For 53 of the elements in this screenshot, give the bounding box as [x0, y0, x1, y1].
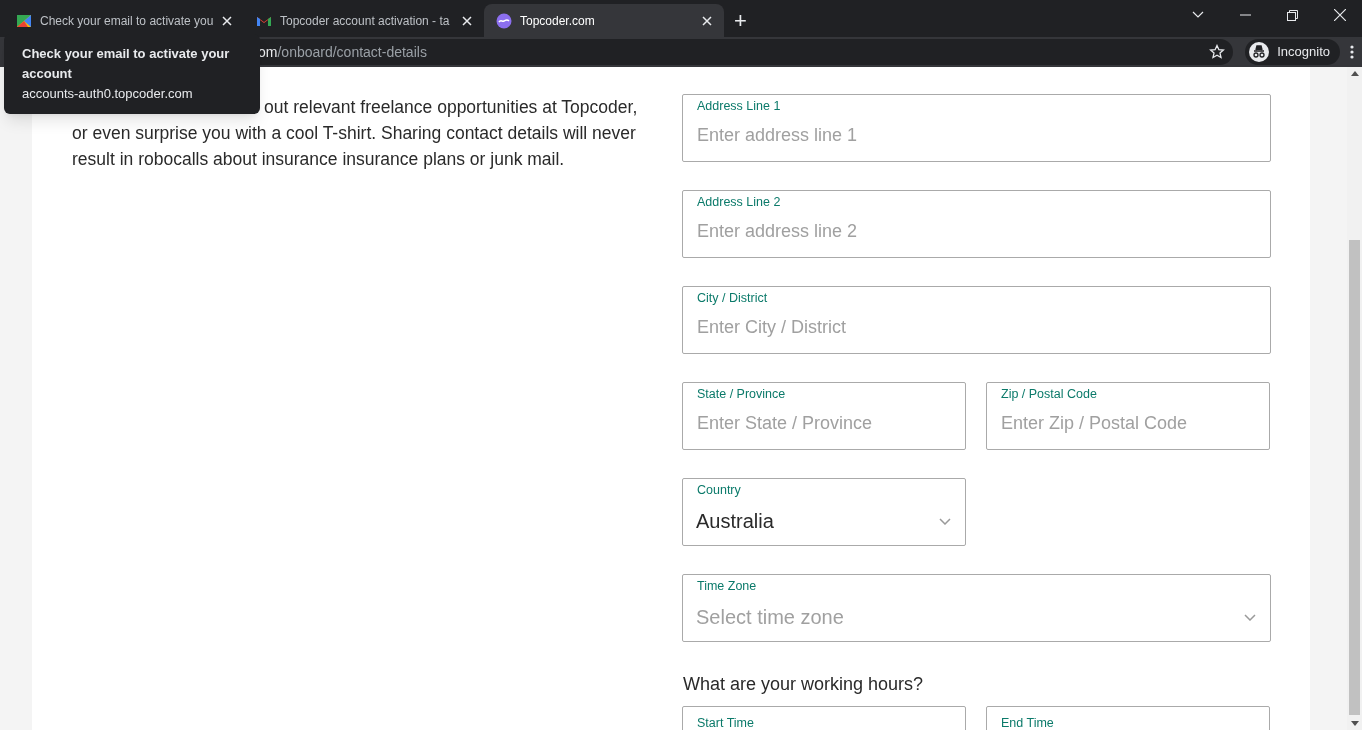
text-input[interactable]: Enter State / Province [697, 410, 951, 437]
text-input[interactable]: Enter address line 1 [697, 122, 1256, 149]
field-label: Address Line 1 [697, 98, 782, 114]
close-icon[interactable] [1334, 9, 1346, 21]
input-field[interactable]: Address Line 1 Enter address line 1 [682, 94, 1271, 162]
select-placeholder: Select time zone [696, 605, 844, 630]
close-icon[interactable] [462, 15, 472, 26]
app-icon [16, 12, 32, 29]
scroll-down-icon[interactable] [1350, 721, 1359, 726]
field-label: Country [697, 482, 742, 498]
scroll-up-icon[interactable] [1350, 71, 1359, 76]
tab-search-icon[interactable] [1192, 11, 1204, 19]
tooltip-url: accounts-auth0.topcoder.com [22, 85, 194, 103]
select-field[interactable]: Time Zone Select time zone [682, 574, 1271, 642]
field-label: City / District [697, 290, 769, 306]
input-field[interactable]: Zip / Postal Code Enter Zip / Postal Code [986, 382, 1270, 450]
incognito-icon [1249, 42, 1270, 62]
star-icon[interactable] [1209, 44, 1226, 60]
close-icon[interactable] [702, 15, 712, 26]
close-icon[interactable] [222, 15, 232, 26]
chevron-down-icon [1244, 613, 1256, 621]
profile-button[interactable]: Incognito [1245, 39, 1340, 65]
text-input[interactable]: Enter City / District [697, 314, 1256, 341]
field-label: Address Line 2 [697, 194, 782, 210]
input-field[interactable]: State / Province Enter State / Province [682, 382, 966, 450]
browser-tab[interactable]: Topcoder.com [484, 4, 724, 37]
select-field[interactable]: Start Time [682, 706, 966, 730]
browser-tab[interactable]: Check your email to activate you [4, 4, 244, 37]
field-label: Start Time [697, 716, 754, 730]
field-label: Time Zone [697, 578, 758, 594]
scrollbar-thumb[interactable] [1349, 240, 1360, 715]
new-tab-button[interactable]: + [734, 10, 747, 32]
field-label: Zip / Postal Code [1001, 386, 1098, 402]
menu-icon[interactable] [1350, 45, 1354, 59]
restore-icon[interactable] [1287, 9, 1298, 21]
select-field[interactable]: Country Australia [682, 478, 966, 546]
intro-text: or even surprise you with a cool T-shirt. Sharing contact details will never [72, 122, 637, 145]
text-input[interactable]: Enter Zip / Postal Code [1001, 410, 1255, 437]
select-field[interactable]: End Time [986, 706, 1270, 730]
input-field[interactable]: City / District Enter City / District [682, 286, 1271, 354]
intro-text: result in robocalls about insurance insurance plans or junk mail. [72, 148, 566, 171]
tab-title: Topcoder account activation - ta [280, 12, 451, 30]
input-field[interactable]: Address Line 2 Enter address line 2 [682, 190, 1271, 258]
tab-title: Check your email to activate you [40, 12, 214, 30]
tab-title: Topcoder.com [520, 12, 596, 30]
field-label: End Time [1001, 716, 1054, 730]
site-icon [496, 12, 512, 29]
browser-tab[interactable]: Topcoder account activation - ta [244, 4, 484, 37]
section-heading: What are your working hours? [682, 673, 925, 696]
chevron-down-icon [939, 517, 951, 525]
select-value: Australia [696, 509, 774, 534]
text-input[interactable]: Enter address line 2 [697, 218, 1256, 245]
field-label: State / Province [697, 386, 787, 402]
